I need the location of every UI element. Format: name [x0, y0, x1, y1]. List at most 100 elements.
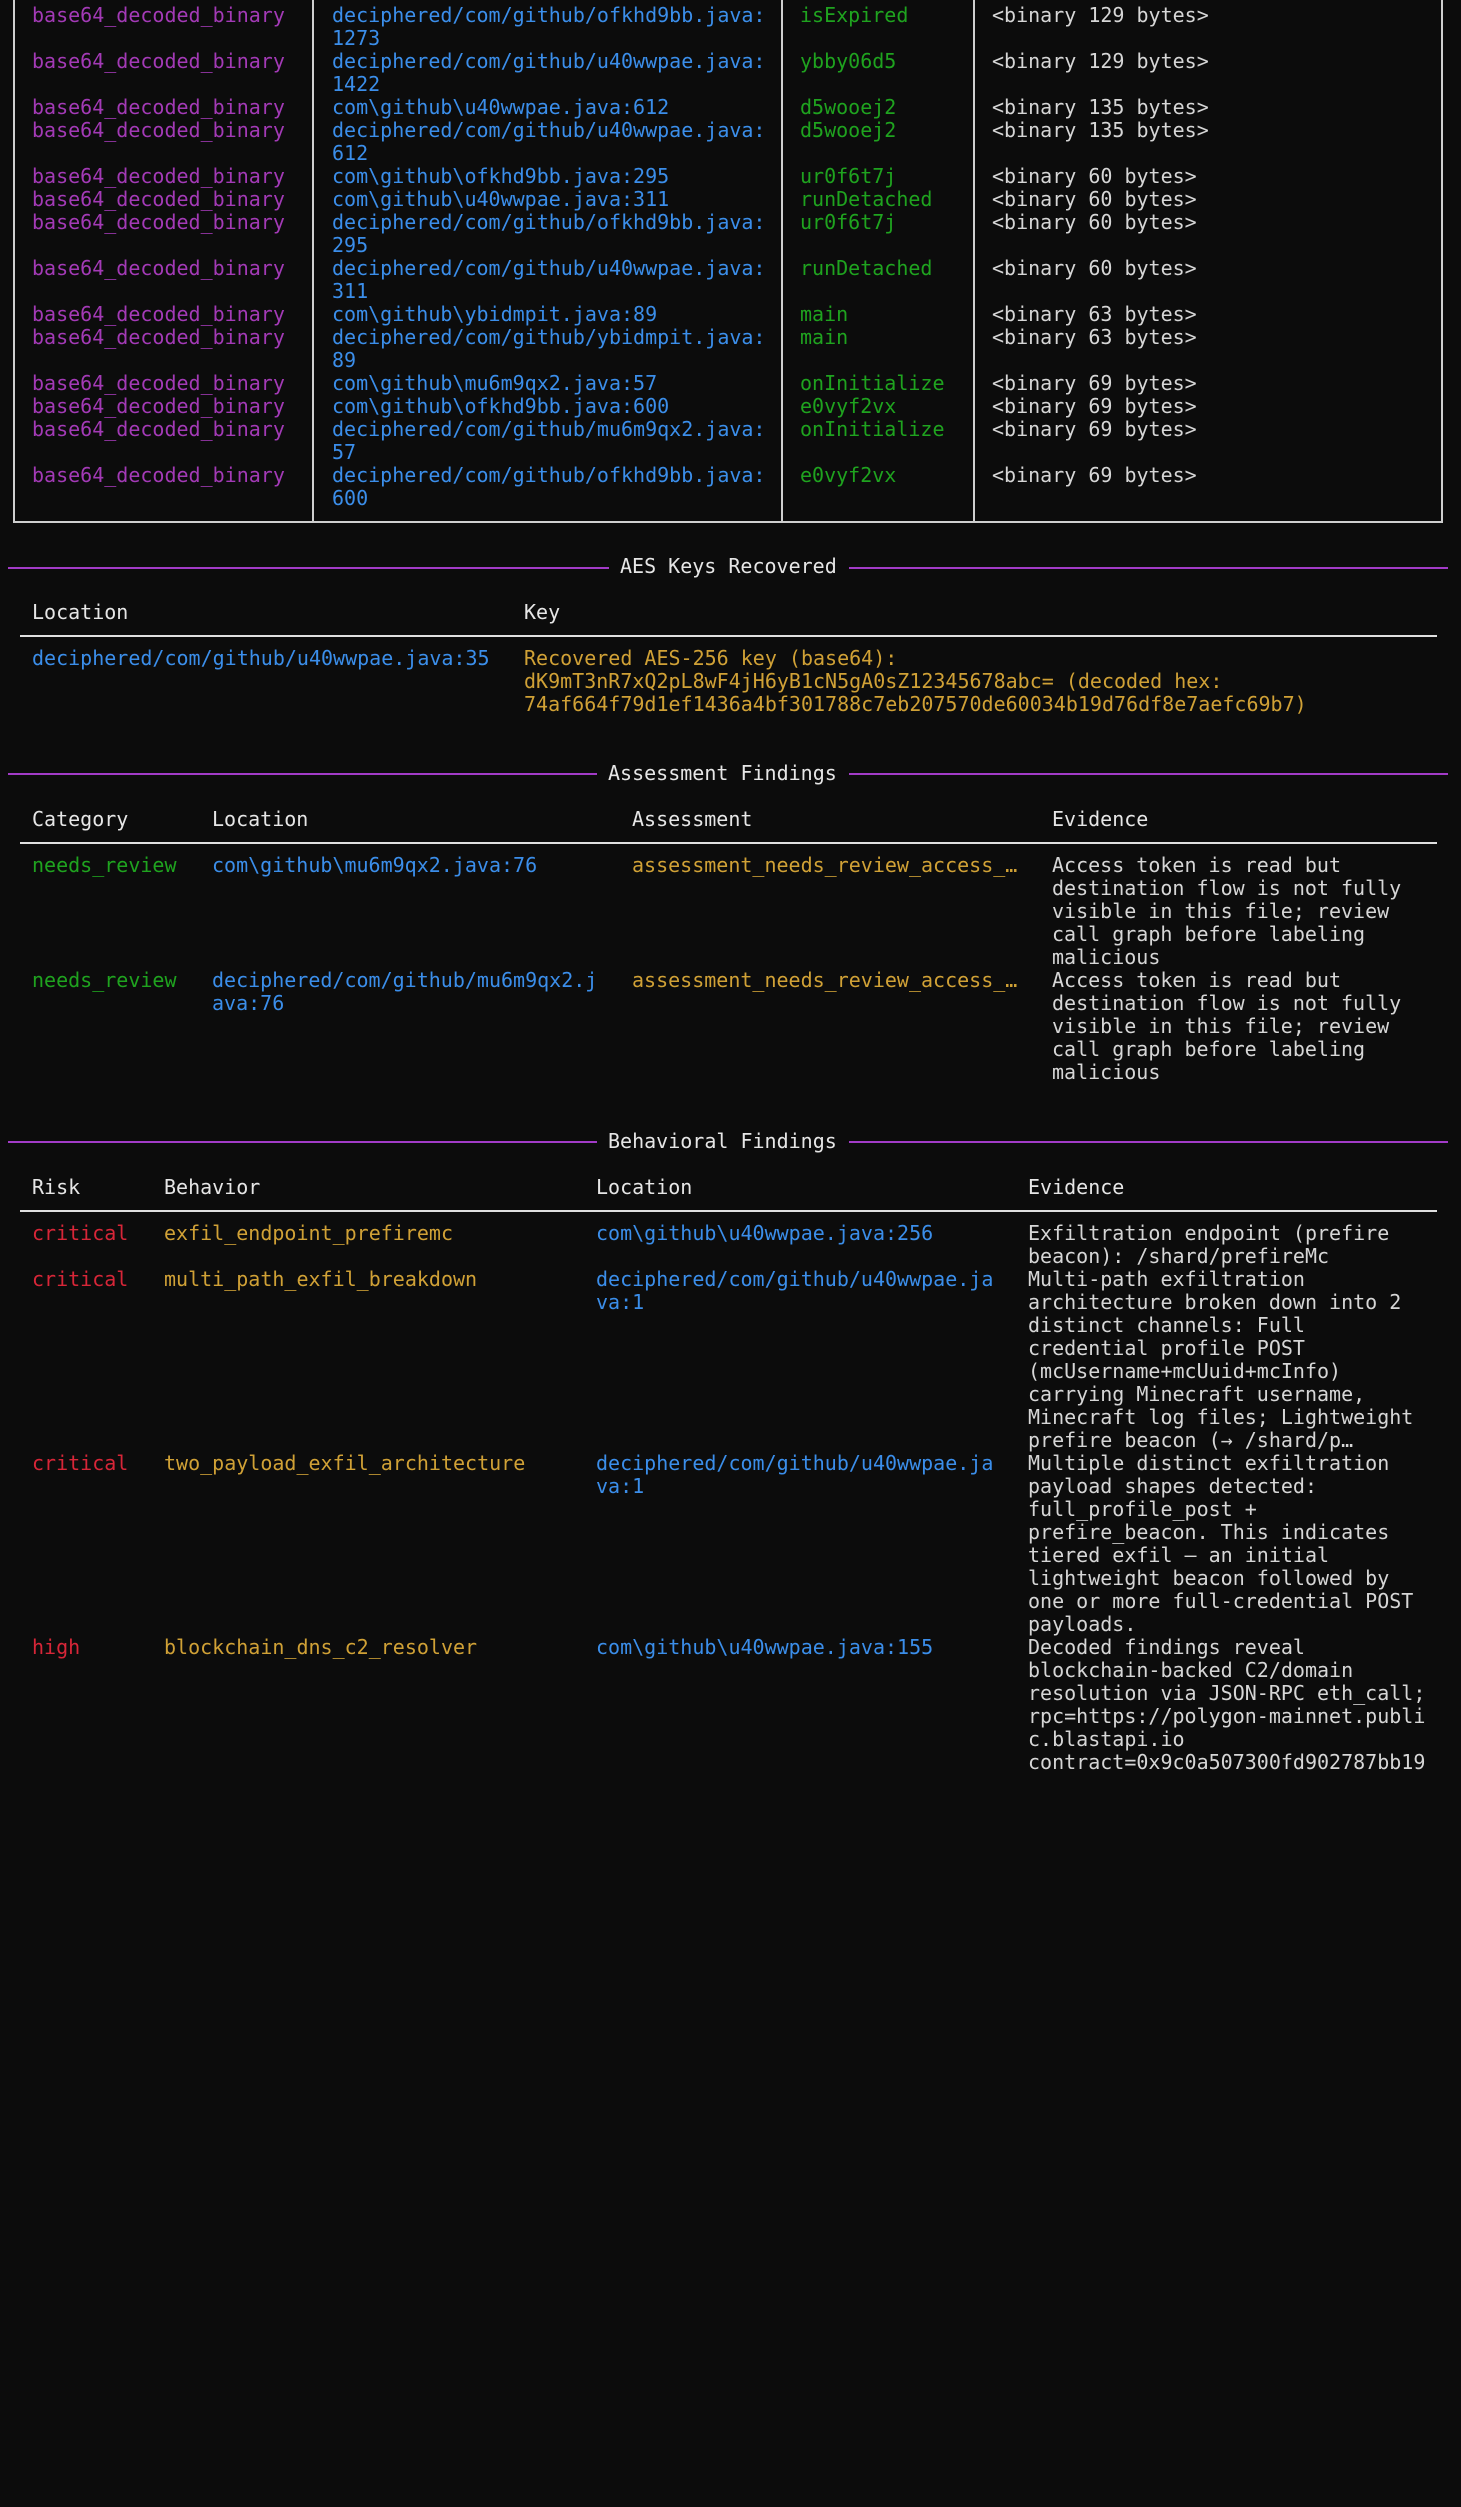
table-border-bottom [13, 521, 1443, 523]
value-cell: <binary 129 bytes> [992, 3, 1209, 27]
column-header-evidence: Evidence [1028, 1175, 1125, 1199]
column-header-key: Key [524, 600, 561, 624]
type-cell: base64_decoded_binary [32, 394, 285, 418]
location-cell[interactable]: com\github\u40wwpae.java:155 [596, 1636, 933, 1659]
header-underline [20, 842, 1437, 844]
category-cell: needs_review [32, 968, 177, 992]
method-cell: onInitialize [800, 371, 945, 395]
section-rule-right [849, 773, 1448, 775]
risk-cell: critical [32, 1221, 129, 1245]
category-cell: needs_review [32, 853, 177, 877]
behavioral-findings-section: Behavioral Findings Risk Behavior Locati… [0, 1130, 1461, 2392]
table-border-right [1441, 0, 1443, 523]
method-cell: e0vyf2vx [800, 463, 897, 487]
section-title: Behavioral Findings [608, 1129, 837, 1153]
decoded-binary-table: base64_decoded_binary deciphered/com/gith… [0, 0, 1461, 523]
type-cell: base64_decoded_binary [32, 49, 285, 73]
method-cell: d5wooej2 [800, 118, 897, 142]
location-cell[interactable]: com\github\mu6m9qx2.java:57 [332, 372, 657, 395]
location-cell[interactable]: deciphered/com/github/ofkhd9bb.java: 127… [332, 4, 765, 50]
value-cell: <binary 69 bytes> [992, 417, 1197, 441]
assessment-cell: assessment_needs_review_access_… [632, 968, 1018, 992]
location-cell[interactable]: com\github\mu6m9qx2.java:76 [212, 854, 537, 877]
location-cell[interactable]: com\github\u40wwpae.java:256 [596, 1222, 933, 1245]
section-title: Assessment Findings [608, 761, 837, 785]
value-cell: <binary 135 bytes> [992, 118, 1209, 142]
location-cell[interactable]: deciphered/com/github/ofkhd9bb.java: 600 [332, 464, 765, 510]
table-column-divider [781, 0, 783, 523]
column-header-location: Location [212, 807, 309, 831]
value-cell: <binary 60 bytes> [992, 256, 1197, 280]
column-header-category: Category [32, 807, 129, 831]
table-row: high blockchain_dns_c2_resolver com\gith… [0, 1636, 1461, 2369]
location-cell[interactable]: deciphered/com/github/u40wwpae.java: 612 [332, 119, 765, 165]
section-rule-left [8, 1141, 597, 1143]
evidence-cell: Decoded findings reveal blockchain-backe… [1028, 1635, 1426, 1774]
location-cell[interactable]: deciphered/com/github/u40wwpae.ja va:1 [596, 1452, 993, 1498]
value-cell: <binary 63 bytes> [992, 302, 1197, 326]
location-cell[interactable]: com\github\u40wwpae.java:612 [332, 96, 669, 119]
value-cell: <binary 69 bytes> [992, 394, 1197, 418]
table-column-divider [973, 0, 975, 523]
evidence-cell: Multi-path exfiltration architecture bro… [1028, 1267, 1414, 1452]
aes-row-location[interactable]: deciphered/com/github/u40wwpae.java:35 [32, 647, 490, 670]
method-cell: main [800, 325, 849, 349]
assessment-cell: assessment_needs_review_access_… [632, 853, 1018, 877]
evidence-cell: Multiple distinct exfiltration payload s… [1028, 1451, 1414, 1636]
table-column-divider [312, 0, 314, 523]
risk-cell: high [32, 1635, 81, 1659]
value-cell: <binary 60 bytes> [992, 187, 1197, 211]
value-cell: <binary 135 bytes> [992, 95, 1209, 119]
location-cell[interactable]: com\github\u40wwpae.java:311 [332, 188, 669, 211]
value-cell: <binary 69 bytes> [992, 371, 1197, 395]
location-cell[interactable]: deciphered/com/github/ybidmpit.java: 89 [332, 326, 765, 372]
section-rule-left [8, 773, 597, 775]
evidence-cell: Access token is read but destination flo… [1052, 968, 1402, 1084]
behavior-cell: blockchain_dns_c2_resolver [164, 1635, 478, 1659]
location-cell[interactable]: deciphered/com/github/mu6m9qx2.j ava:76 [212, 969, 597, 1015]
section-rule-right [849, 1141, 1448, 1143]
section-title: AES Keys Recovered [620, 554, 837, 578]
value-cell: <binary 129 bytes> [992, 49, 1209, 73]
header-underline [20, 1210, 1437, 1212]
location-cell[interactable]: deciphered/com/github/u40wwpae.ja va:1 [596, 1268, 993, 1314]
method-cell: ur0f6t7j [800, 164, 897, 188]
type-cell: base64_decoded_binary [32, 210, 285, 234]
column-header-evidence: Evidence [1052, 807, 1149, 831]
value-cell: <binary 69 bytes> [992, 463, 1197, 487]
evidence-cell: Exfiltration endpoint (prefire beacon): … [1028, 1221, 1390, 1268]
aes-row-key: Recovered AES-256 key (base64): dK9mT3nR… [524, 646, 1307, 716]
location-cell[interactable]: com\github\ybidmpit.java:89 [332, 303, 657, 326]
method-cell: onInitialize [800, 417, 945, 441]
type-cell: base64_decoded_binary [32, 3, 285, 27]
type-cell: base64_decoded_binary [32, 256, 285, 280]
behavior-cell: two_payload_exfil_architecture [164, 1451, 526, 1475]
location-cell[interactable]: com\github\ofkhd9bb.java:295 [332, 165, 669, 188]
risk-cell: critical [32, 1451, 129, 1475]
type-cell: base64_decoded_binary [32, 118, 285, 142]
location-cell[interactable]: deciphered/com/github/mu6m9qx2.java: 57 [332, 418, 765, 464]
evidence-cell: Access token is read but destination flo… [1052, 853, 1402, 969]
location-cell[interactable]: com\github\ofkhd9bb.java:600 [332, 395, 669, 418]
method-cell: isExpired [800, 3, 909, 27]
value-cell: <binary 63 bytes> [992, 325, 1197, 349]
section-rule-right [849, 567, 1448, 569]
method-cell: main [800, 302, 849, 326]
type-cell: base64_decoded_binary [32, 187, 285, 211]
column-header-assessment: Assessment [632, 807, 753, 831]
location-cell[interactable]: deciphered/com/github/ofkhd9bb.java: 295 [332, 211, 765, 257]
behavior-cell: exfil_endpoint_prefiremc [164, 1221, 453, 1245]
method-cell: ybby06d5 [800, 49, 897, 73]
type-cell: base64_decoded_binary [32, 95, 285, 119]
method-cell: runDetached [800, 256, 933, 280]
location-cell[interactable]: deciphered/com/github/u40wwpae.java: 311 [332, 257, 765, 303]
location-cell[interactable]: deciphered/com/github/u40wwpae.java: 142… [332, 50, 765, 96]
table-row: critical multi_path_exfil_breakdown deci… [0, 1268, 1461, 2001]
table-border-left [13, 0, 15, 523]
section-rule-left [8, 567, 609, 569]
header-underline [20, 635, 1437, 637]
method-cell: ur0f6t7j [800, 210, 897, 234]
type-cell: base64_decoded_binary [32, 463, 285, 487]
column-header-risk: Risk [32, 1175, 81, 1199]
column-header-location: Location [596, 1175, 693, 1199]
